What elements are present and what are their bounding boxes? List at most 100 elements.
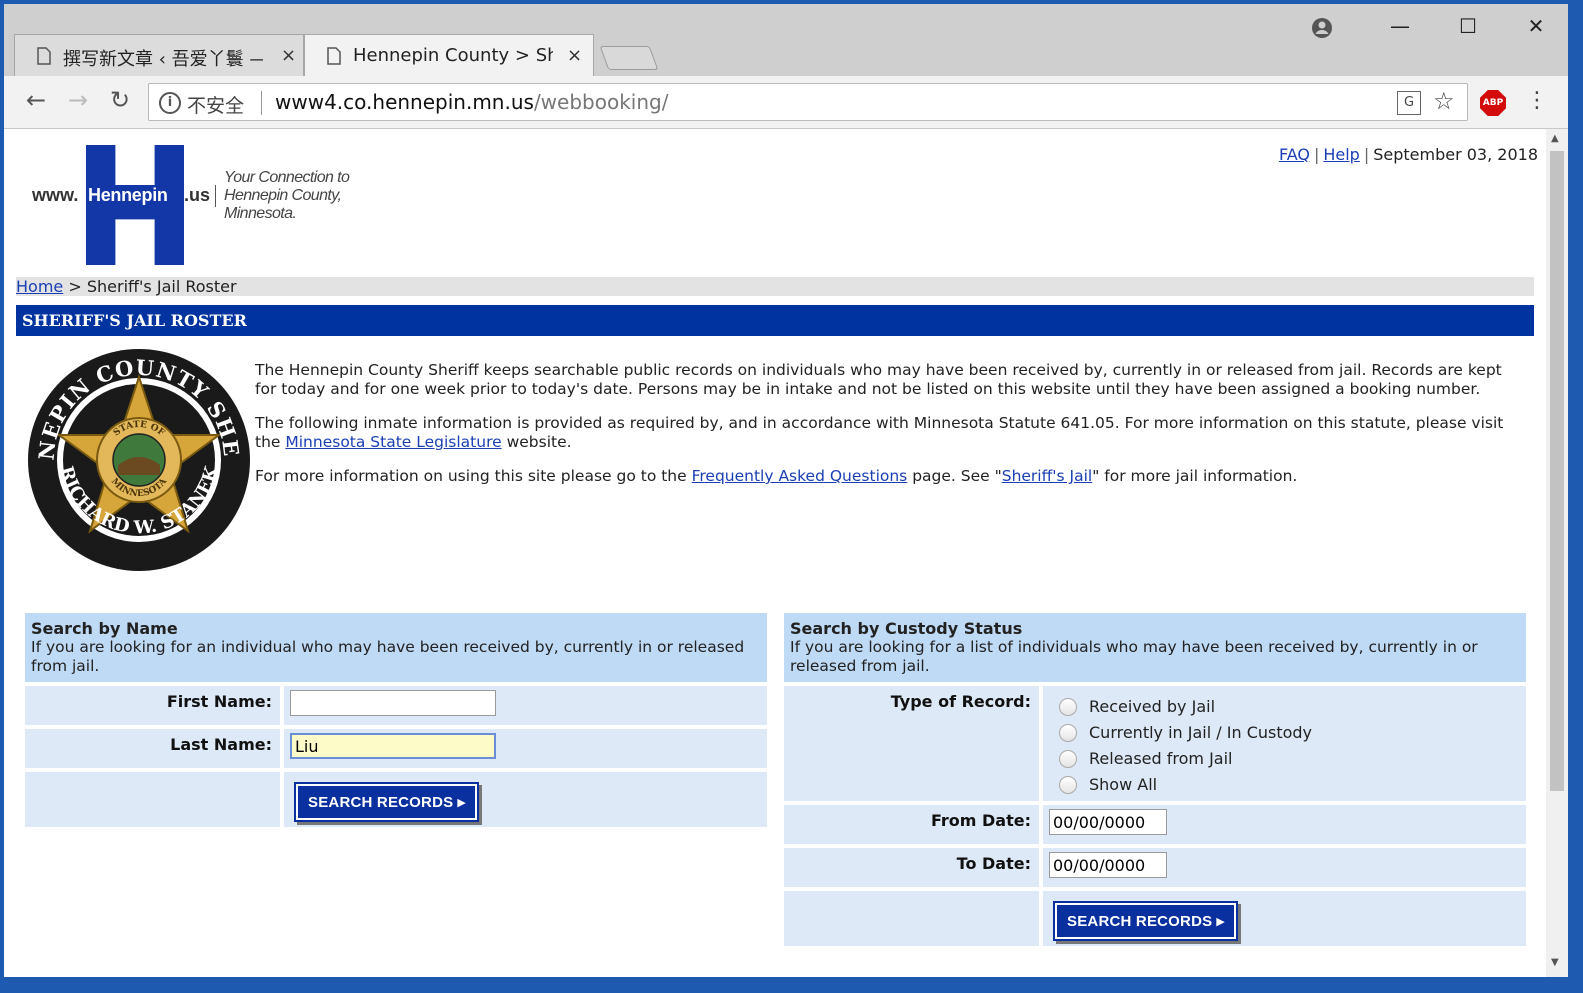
intro-paragraph-3: For more information on using this site … (255, 467, 1525, 486)
help-link[interactable]: Help (1323, 145, 1359, 164)
last-name-cell (284, 729, 767, 768)
radio-received[interactable]: Received by Jail (1049, 694, 1520, 720)
panel-title: Search by Name (31, 619, 178, 638)
breadcrumb: Home > Sheriff's Jail Roster (16, 277, 1534, 296)
empty-cell (25, 772, 280, 827)
search-records-button[interactable]: SEARCH RECORDS ▸ (1055, 903, 1237, 939)
hennepin-logo[interactable]: www. Hennepin .us Your Connection to Hen… (32, 143, 377, 265)
radio-button[interactable] (1059, 750, 1077, 768)
page-title: SHERIFF'S JAIL ROSTER (16, 305, 1534, 336)
tab-strip: 撰写新文章 ‹ 吾爱丫鬟 — × Hennepin County > She ×… (4, 4, 1568, 76)
first-name-row: First Name: (25, 686, 767, 725)
last-name-row: Last Name: (25, 729, 767, 768)
radio-show-all[interactable]: Show All (1049, 772, 1520, 798)
legislature-link[interactable]: Minnesota State Legislature (285, 433, 501, 451)
new-tab-button[interactable] (599, 46, 659, 70)
from-date-input[interactable] (1049, 809, 1167, 835)
to-date-cell (1043, 848, 1526, 887)
vertical-scrollbar[interactable]: ▲ ▼ (1546, 129, 1568, 977)
intro-text: The Hennepin County Sheriff keeps search… (255, 361, 1525, 501)
current-date: September 03, 2018 (1373, 145, 1538, 164)
reload-button[interactable]: ↻ (104, 86, 136, 114)
browser-toolbar: ← → ↻ i 不安全 www4.co.hennepin.mn.us/webbo… (4, 76, 1568, 129)
radio-label: Received by Jail (1089, 697, 1216, 716)
breadcrumb-current: Sheriff's Jail Roster (86, 277, 237, 296)
first-name-label: First Name: (25, 686, 280, 725)
intro-paragraph-1: The Hennepin County Sheriff keeps search… (255, 361, 1502, 398)
logo-divider (215, 185, 216, 207)
last-name-input[interactable] (290, 733, 496, 759)
search-records-button[interactable]: SEARCH RECORDS ▸ (296, 784, 478, 820)
scroll-thumb[interactable] (1550, 151, 1564, 791)
search-by-name-panel: Search by Name If you are looking for an… (25, 613, 767, 827)
record-type-row: Type of Record: Received by Jail Current… (784, 686, 1526, 801)
last-name-label: Last Name: (25, 729, 280, 768)
link-separator: | (1313, 145, 1320, 164)
scroll-down-icon[interactable]: ▼ (1551, 957, 1559, 968)
faq-link[interactable]: FAQ (1279, 145, 1310, 164)
breadcrumb-home-link[interactable]: Home (16, 277, 63, 296)
radio-button[interactable] (1059, 776, 1077, 794)
empty-cell (784, 891, 1039, 946)
text: For more information on using this site … (255, 467, 692, 485)
radio-button[interactable] (1059, 698, 1077, 716)
to-date-row: To Date: (784, 848, 1526, 887)
radio-released[interactable]: Released from Jail (1049, 746, 1520, 772)
back-button[interactable]: ← (20, 86, 52, 114)
url-host: www4.co.hennepin.mn.us (275, 90, 534, 114)
sheriff-seal-icon: HENNEPIN COUNTY SHERIFF RICHARD W. STANE… (26, 347, 250, 571)
text: website. (501, 433, 572, 451)
button-cell: SEARCH RECORDS ▸ (1043, 891, 1526, 946)
page-viewport: www. Hennepin .us Your Connection to Hen… (4, 129, 1568, 977)
menu-icon[interactable]: ⋮ (1526, 88, 1548, 113)
tab-hennepin[interactable]: Hennepin County > She × (304, 34, 594, 76)
logo-us: .us (184, 185, 211, 205)
divider (261, 91, 262, 115)
sheriffs-jail-link[interactable]: Sheriff's Jail (1002, 467, 1093, 485)
page-icon (327, 47, 341, 65)
radio-label: Released from Jail (1089, 749, 1233, 768)
panel-description: If you are looking for an individual who… (31, 638, 745, 675)
tab-blog-editor[interactable]: 撰写新文章 ‹ 吾爱丫鬟 — × (14, 34, 304, 76)
maximize-button[interactable]: ☐ (1448, 14, 1488, 38)
security-label[interactable]: 不安全 (187, 91, 244, 118)
tab-close-icon[interactable]: × (281, 45, 296, 66)
browser-window: 撰写新文章 ‹ 吾爱丫鬟 — × Hennepin County > She ×… (4, 4, 1568, 977)
radio-group: Received by Jail Currently in Jail / In … (1043, 686, 1526, 801)
info-icon[interactable]: i (159, 92, 181, 114)
translate-icon[interactable]: G (1397, 91, 1421, 115)
adblock-icon[interactable]: ABP (1480, 90, 1506, 116)
first-name-cell (284, 686, 767, 725)
text: " for more jail information. (1092, 467, 1298, 485)
logo-www: www. (32, 185, 79, 205)
panel-title: Search by Custody Status (790, 619, 1023, 638)
tab-close-icon[interactable]: × (567, 45, 582, 66)
forward-button[interactable]: → (62, 86, 94, 114)
bookmark-star-icon[interactable]: ☆ (1433, 87, 1455, 115)
scroll-up-icon[interactable]: ▲ (1551, 133, 1559, 144)
intro-paragraph-2: The following inmate information is prov… (255, 414, 1525, 452)
from-date-cell (1043, 805, 1526, 844)
link-separator: | (1363, 145, 1370, 164)
to-date-label: To Date: (784, 848, 1039, 887)
logo-tagline: Your Connection to Hennepin County, Minn… (224, 169, 350, 222)
profile-icon[interactable] (1310, 16, 1334, 40)
to-date-input[interactable] (1049, 852, 1167, 878)
text: page. See " (907, 467, 1002, 485)
url-path: /webbooking/ (533, 90, 669, 114)
minimize-button[interactable]: — (1380, 14, 1420, 38)
button-cell: SEARCH RECORDS ▸ (284, 772, 767, 827)
faq-page-link[interactable]: Frequently Asked Questions (692, 467, 908, 485)
radio-in-custody[interactable]: Currently in Jail / In Custody (1049, 720, 1520, 746)
url-text[interactable]: www4.co.hennepin.mn.us/webbooking/ (275, 90, 668, 114)
close-window-button[interactable]: ✕ (1516, 14, 1556, 38)
custody-button-row: SEARCH RECORDS ▸ (784, 891, 1526, 946)
radio-label: Show All (1089, 775, 1158, 794)
radio-button[interactable] (1059, 724, 1077, 742)
panel-description: If you are looking for a list of individ… (790, 638, 1478, 675)
name-button-row: SEARCH RECORDS ▸ (25, 772, 767, 827)
address-bar[interactable]: i 不安全 www4.co.hennepin.mn.us/webbooking/… (148, 83, 1468, 121)
from-date-label: From Date: (784, 805, 1039, 844)
first-name-input[interactable] (290, 690, 496, 716)
tab-label: Hennepin County > She (353, 45, 553, 66)
